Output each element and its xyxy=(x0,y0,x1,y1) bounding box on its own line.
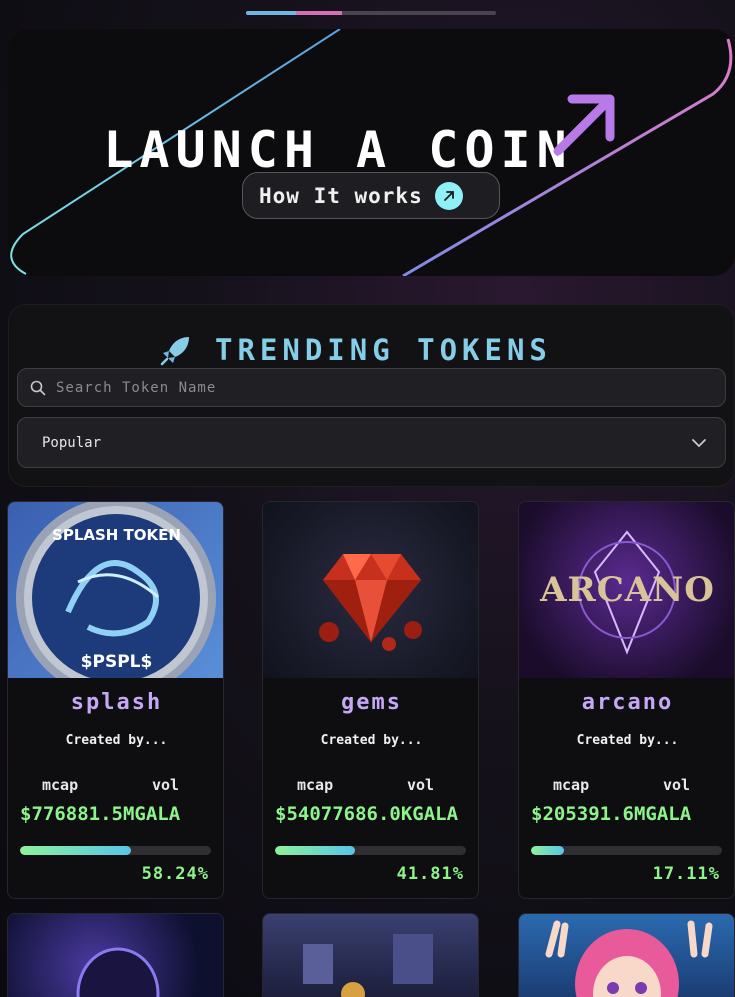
token-image: SPLASH TOKEN $PSPL$ xyxy=(8,502,223,678)
token-card[interactable] xyxy=(7,913,224,997)
search-input[interactable] xyxy=(56,379,696,396)
token-name: splash xyxy=(70,690,163,715)
bonding-progress-text: 58.24% xyxy=(141,864,209,884)
token-mcap-value: $776881.5MGALA xyxy=(20,803,181,825)
token-image xyxy=(263,502,478,678)
token-image xyxy=(303,934,433,997)
carousel-progress-segment xyxy=(246,11,296,15)
token-image xyxy=(76,947,160,997)
rocket-icon xyxy=(160,337,189,366)
vol-label: vol xyxy=(407,776,435,794)
bonding-progress-fill xyxy=(20,846,132,855)
token-image: ARCANO xyxy=(519,502,734,678)
vol-label: vol xyxy=(152,776,180,794)
sort-select[interactable]: Popular xyxy=(17,417,726,468)
sort-select-value: Popular xyxy=(42,434,102,451)
search-bar[interactable] xyxy=(17,368,726,407)
chevron-down-icon xyxy=(692,438,706,447)
mcap-label: mcap xyxy=(42,776,79,794)
bonding-progress-bar xyxy=(20,846,211,855)
vol-label: vol xyxy=(663,776,691,794)
bonding-progress-fill xyxy=(275,846,355,855)
mcap-label: mcap xyxy=(553,776,590,794)
token-mcap-value: $205391.6MGALA xyxy=(531,803,692,825)
carousel-progress xyxy=(246,11,496,15)
token-creator: Created by... xyxy=(65,733,168,748)
bonding-progress-bar xyxy=(275,846,466,855)
token-card[interactable] xyxy=(518,913,735,997)
token-card[interactable]: ARCANO arcano Created by... mcap vol $20… xyxy=(518,501,735,899)
token-card[interactable] xyxy=(262,913,479,997)
carousel-progress-segment xyxy=(296,11,342,15)
token-image xyxy=(545,920,713,997)
token-creator: Created by... xyxy=(576,733,679,748)
token-image-text: ARCANO xyxy=(540,570,715,610)
token-image-text: SPLASH TOKEN xyxy=(52,526,181,544)
token-card[interactable]: gems Created by... mcap vol $54077686.0K… xyxy=(262,501,479,899)
bonding-progress-fill xyxy=(531,846,564,855)
trending-panel: TRENDING TOKENS Popular xyxy=(8,304,735,487)
token-name: arcano xyxy=(581,690,674,715)
mcap-label: mcap xyxy=(297,776,334,794)
token-mcap-value: $54077686.0KGALA xyxy=(275,803,459,825)
arrow-up-right-icon xyxy=(434,181,463,210)
token-card[interactable]: SPLASH TOKEN $PSPL$ splash Created by...… xyxy=(7,501,224,899)
launch-coin-banner[interactable]: LAUNCH A COIN How It works xyxy=(8,29,735,276)
bonding-progress-text: 41.81% xyxy=(396,864,464,884)
token-image-ticker: $PSPL$ xyxy=(80,652,153,672)
bonding-progress-text: 17.11% xyxy=(652,864,720,884)
how-it-works-button[interactable]: How It works xyxy=(242,172,500,219)
token-creator: Created by... xyxy=(320,733,423,748)
arrow-up-right-icon xyxy=(553,94,615,156)
how-it-works-label: How It works xyxy=(259,183,423,208)
token-name: gems xyxy=(341,690,402,715)
trending-title: TRENDING TOKENS xyxy=(215,333,552,367)
search-icon xyxy=(30,380,46,395)
bonding-progress-bar xyxy=(531,846,722,855)
